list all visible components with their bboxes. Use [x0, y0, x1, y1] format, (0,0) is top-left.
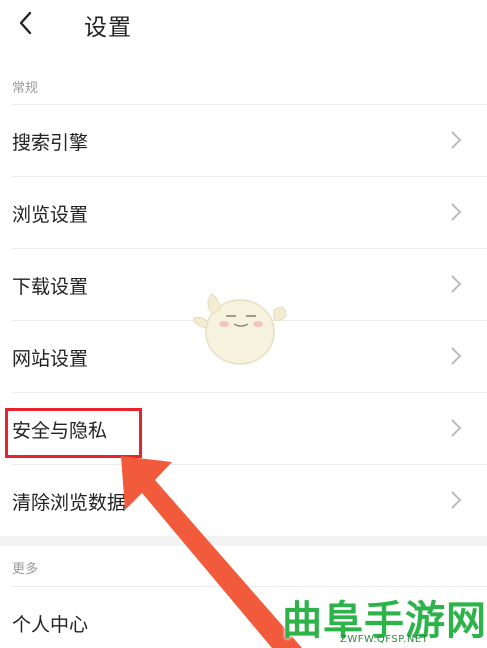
settings-item-clear-data[interactable]: 清除浏览数据 [0, 464, 487, 536]
chevron-right-icon [451, 419, 462, 437]
section-label-general: 常规 [12, 81, 39, 96]
settings-item-label: 下载设置 [12, 276, 89, 298]
page-title: 设置 [84, 15, 132, 41]
header: 设置 [0, 0, 487, 50]
chevron-right-icon [451, 347, 462, 365]
chevron-right-icon [451, 491, 462, 509]
settings-item-label: 搜索引擎 [12, 132, 89, 154]
settings-item-label: 浏览设置 [12, 204, 89, 226]
settings-item-label: 个人中心 [12, 614, 89, 636]
settings-item-label: 清除浏览数据 [12, 492, 127, 514]
section-gap [0, 536, 487, 546]
settings-item-search-engine[interactable]: 搜索引擎 [0, 104, 487, 176]
back-icon[interactable] [12, 8, 42, 38]
settings-item-label: 网站设置 [12, 348, 89, 370]
settings-item-site[interactable]: 网站设置 [0, 320, 487, 392]
watermark-url: ZWFW.QFSP.NET [340, 634, 429, 645]
settings-item-download[interactable]: 下载设置 [0, 248, 487, 320]
settings-item-browse[interactable]: 浏览设置 [0, 176, 487, 248]
section-label-more: 更多 [12, 562, 39, 577]
chevron-right-icon [451, 203, 462, 221]
chevron-right-icon [451, 275, 462, 293]
chevron-right-icon [451, 131, 462, 149]
highlight-box [5, 408, 142, 458]
